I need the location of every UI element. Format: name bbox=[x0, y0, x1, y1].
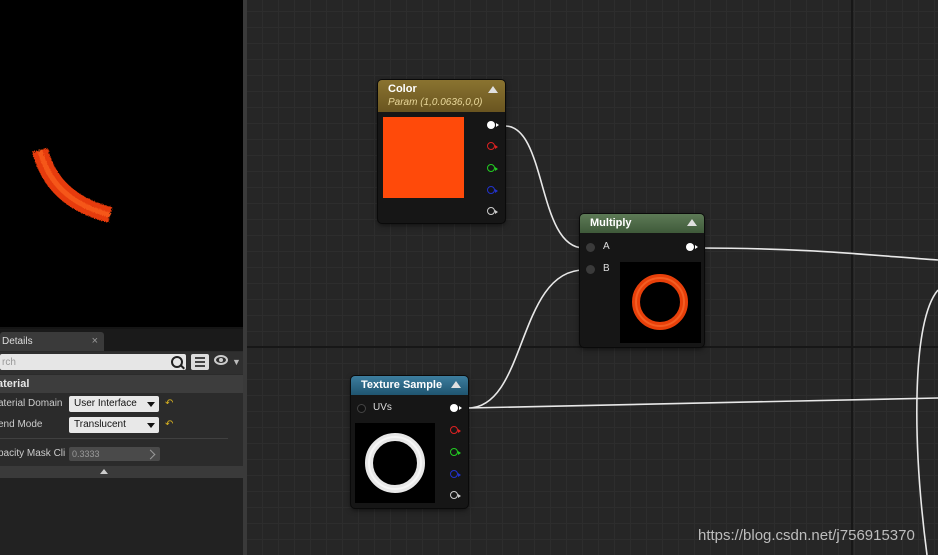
multiply-node[interactable]: Multiply A B bbox=[580, 214, 704, 347]
details-panel: Details × ▼ aterial aterial Domain User … bbox=[0, 329, 243, 555]
output-pin-b[interactable] bbox=[450, 470, 461, 478]
node-subtitle: Param (1,0.0636,0,0) bbox=[388, 97, 483, 108]
wire-multiply-out bbox=[697, 247, 938, 261]
input-pin-uvs[interactable] bbox=[357, 404, 366, 413]
output-pin-g[interactable] bbox=[487, 164, 498, 172]
eye-icon[interactable] bbox=[214, 355, 228, 365]
property-label: pacity Mask Cli bbox=[0, 448, 66, 459]
output-pin-a[interactable] bbox=[487, 207, 498, 215]
input-pin-a[interactable] bbox=[586, 243, 595, 252]
output-pin-g[interactable] bbox=[450, 448, 461, 456]
property-row-material-domain: aterial Domain User Interface ↶ bbox=[0, 393, 243, 415]
dropdown-value: User Interface bbox=[74, 398, 137, 409]
material-section-header[interactable]: aterial bbox=[0, 375, 243, 393]
reset-to-default-icon[interactable]: ↶ bbox=[165, 414, 173, 436]
chevron-down-icon[interactable]: ▼ bbox=[232, 355, 241, 369]
property-row-opacity-mask-clip: pacity Mask Cli 0.3333 bbox=[0, 443, 243, 465]
output-pin-b[interactable] bbox=[487, 186, 498, 194]
search-row: ▼ bbox=[0, 352, 243, 374]
output-pin-r[interactable] bbox=[487, 142, 498, 150]
dropdown-value: Translucent bbox=[74, 419, 126, 430]
white-ring-preview bbox=[365, 433, 425, 493]
details-empty-area bbox=[0, 478, 243, 555]
multiply-preview bbox=[620, 262, 701, 343]
property-label: aterial Domain bbox=[0, 398, 63, 409]
collapse-arrow-icon[interactable] bbox=[687, 219, 697, 226]
output-pin[interactable] bbox=[686, 243, 698, 251]
texture-preview bbox=[355, 423, 435, 503]
tab-details[interactable]: Details × bbox=[0, 332, 104, 351]
node-title: Texture Sample bbox=[361, 379, 443, 391]
expand-arrow-icon bbox=[100, 469, 108, 474]
node-title: Color bbox=[388, 83, 417, 95]
caret-down-icon bbox=[147, 423, 155, 428]
field-value: 0.3333 bbox=[72, 449, 100, 459]
node-header[interactable]: Color Param (1,0.0636,0,0) bbox=[378, 80, 505, 112]
search-box bbox=[0, 354, 186, 370]
wire-right-curve bbox=[916, 289, 938, 555]
tab-details-label: Details bbox=[2, 336, 33, 347]
left-panel: Details × ▼ aterial aterial Domain User … bbox=[0, 0, 247, 555]
opacity-mask-clip-field[interactable]: 0.3333 bbox=[69, 447, 160, 461]
output-pin-r[interactable] bbox=[450, 426, 461, 434]
wire-texture-out bbox=[467, 397, 938, 409]
material-graph-canvas[interactable]: Color Param (1,0.0636,0,0) Multiply A B bbox=[247, 0, 938, 555]
collapse-arrow-icon[interactable] bbox=[488, 86, 498, 93]
search-input[interactable] bbox=[0, 354, 169, 370]
section-title: aterial bbox=[0, 378, 30, 390]
collapse-arrow-icon[interactable] bbox=[451, 381, 461, 388]
preview-arc-shape bbox=[32, 147, 113, 223]
output-pin-a[interactable] bbox=[450, 491, 461, 499]
property-row-blend-mode: end Mode Translucent ↶ bbox=[0, 414, 243, 436]
property-matrix-icon[interactable] bbox=[191, 354, 209, 370]
property-label: end Mode bbox=[0, 419, 43, 430]
texture-sample-node[interactable]: Texture Sample UVs bbox=[351, 376, 468, 508]
blend-mode-dropdown[interactable]: Translucent bbox=[69, 417, 159, 433]
watermark: https://blog.csdn.net/j756915370 bbox=[698, 527, 915, 544]
caret-down-icon bbox=[147, 402, 155, 407]
orange-ring-preview bbox=[632, 274, 688, 330]
search-icon[interactable] bbox=[171, 356, 183, 368]
input-label-b: B bbox=[603, 263, 610, 274]
reset-to-default-icon[interactable]: ↶ bbox=[165, 393, 173, 415]
close-icon[interactable]: × bbox=[92, 332, 98, 351]
node-title: Multiply bbox=[590, 217, 632, 229]
material-preview-viewport[interactable] bbox=[0, 0, 243, 327]
output-pin-rgb[interactable] bbox=[487, 121, 499, 129]
wire-texture-to-multiply-b bbox=[467, 269, 585, 409]
resize-grip-icon bbox=[145, 449, 156, 460]
divider bbox=[0, 438, 228, 439]
input-pin-b[interactable] bbox=[586, 265, 595, 274]
advanced-expander[interactable] bbox=[0, 466, 243, 478]
output-pin-rgb[interactable] bbox=[450, 404, 462, 412]
details-tab-bar: Details × bbox=[0, 329, 243, 351]
input-label-uvs: UVs bbox=[373, 402, 392, 413]
wire-color-to-multiply-a bbox=[504, 125, 585, 249]
material-domain-dropdown[interactable]: User Interface bbox=[69, 396, 159, 412]
input-label-a: A bbox=[603, 241, 610, 252]
color-param-node[interactable]: Color Param (1,0.0636,0,0) bbox=[378, 80, 505, 223]
node-header[interactable]: Multiply bbox=[580, 214, 704, 233]
node-header[interactable]: Texture Sample bbox=[351, 376, 468, 395]
color-swatch bbox=[383, 117, 464, 198]
